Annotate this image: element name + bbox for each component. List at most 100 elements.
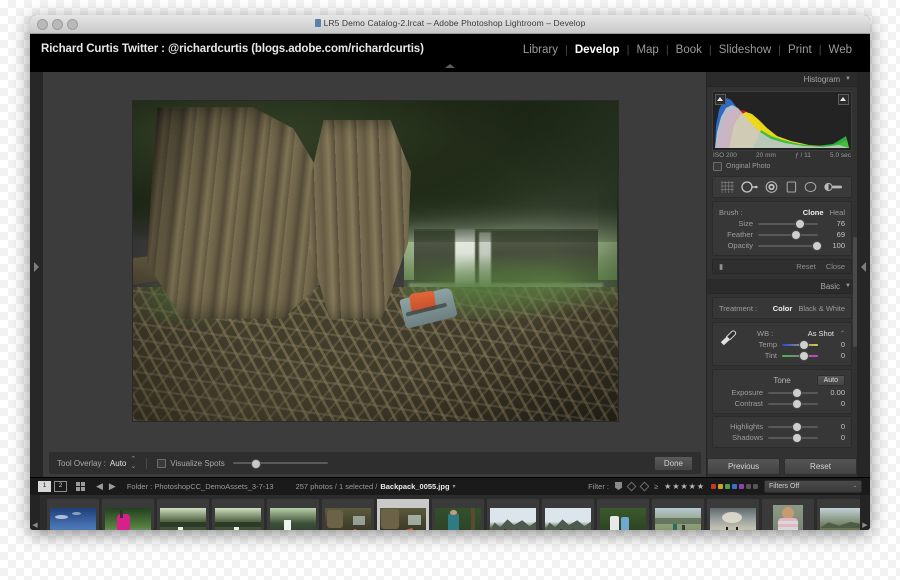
reset-button[interactable]: Reset	[784, 457, 857, 475]
list-item[interactable]	[322, 499, 374, 530]
filename-chevron-icon[interactable]: ▾	[453, 483, 456, 490]
original-photo-row[interactable]: Original Photo	[713, 162, 851, 171]
switch-tool-icon[interactable]: ▮	[719, 262, 723, 271]
tint-value[interactable]: 0	[823, 351, 845, 360]
color-label-filters[interactable]	[711, 483, 758, 489]
develop-photo-backpack-roots[interactable]	[132, 101, 618, 421]
exposure-knob[interactable]	[791, 388, 802, 398]
brush-size-slider[interactable]	[758, 219, 818, 229]
spot-reset-button[interactable]: Reset	[796, 262, 816, 271]
list-item[interactable]	[432, 499, 484, 530]
histogram-graph[interactable]	[712, 91, 852, 151]
list-item[interactable]	[47, 499, 99, 530]
module-slideshow[interactable]: Slideshow	[712, 44, 778, 56]
navigate-back-icon[interactable]: ◀	[96, 481, 103, 492]
white-balance-eyedropper-icon[interactable]	[719, 329, 737, 347]
visualize-spots-checkbox[interactable]	[157, 458, 167, 468]
color-label-red[interactable]	[711, 483, 716, 489]
flag-picked-icon[interactable]	[615, 482, 623, 490]
secondary-display-2-button[interactable]: 2	[54, 480, 67, 492]
selected-filename[interactable]: Backpack_0055.jpg	[380, 482, 449, 491]
color-label-blue[interactable]	[732, 483, 737, 489]
color-label-green[interactable]	[725, 483, 730, 489]
brush-mode-heal[interactable]: Heal	[830, 208, 845, 217]
tint-slider[interactable]	[782, 351, 818, 361]
jungle-group-thumb[interactable]	[600, 508, 646, 530]
module-web[interactable]: Web	[822, 44, 859, 56]
list-item-selected[interactable]	[377, 499, 429, 530]
module-map[interactable]: Map	[629, 44, 665, 56]
secondary-display-1-button[interactable]: 1	[38, 480, 51, 492]
wb-value[interactable]: As Shot	[808, 329, 834, 338]
tool-overlay-value[interactable]: Auto	[110, 459, 126, 468]
filmstrip-scroll-right[interactable]: ▶	[860, 495, 870, 530]
color-label-purple[interactable]	[739, 483, 744, 489]
red-eye-icon[interactable]	[765, 181, 778, 193]
shadows-slider[interactable]	[768, 433, 818, 443]
list-item[interactable]	[212, 499, 264, 530]
module-book[interactable]: Book	[669, 44, 709, 56]
visualize-spots-knob[interactable]	[250, 459, 261, 469]
shadow-clipping-indicator[interactable]	[715, 94, 726, 105]
right-panel-edge[interactable]	[857, 72, 870, 477]
hiker-trail-thumb[interactable]	[435, 508, 481, 530]
waterfall-3-thumb[interactable]	[270, 508, 316, 530]
waterfall-1-thumb[interactable]	[160, 508, 206, 530]
list-item[interactable]	[762, 499, 814, 530]
flag-unflagged-icon[interactable]	[626, 481, 637, 491]
adjustment-brush-icon[interactable]	[824, 181, 843, 193]
portrait-woman-thumb[interactable]	[773, 505, 803, 530]
zipline-pink-thumb[interactable]	[105, 508, 151, 530]
filter-preset-select[interactable]: Filters Off ⌄	[764, 479, 862, 493]
crop-overlay-icon[interactable]	[720, 181, 734, 193]
highlights-value[interactable]: 0	[823, 422, 845, 431]
clouds-silhouette-thumb[interactable]	[710, 508, 756, 530]
brush-size-value[interactable]: 76	[823, 219, 845, 228]
treatment-color[interactable]: Color	[773, 304, 793, 313]
backpack-roots-thumb[interactable]	[325, 508, 371, 530]
brush-opacity-value[interactable]: 100	[823, 241, 845, 250]
panel-expand-right-icon[interactable]	[34, 262, 39, 272]
spot-removal-icon[interactable]	[741, 181, 758, 193]
wb-chevron-icon[interactable]: ⌃	[840, 330, 845, 337]
tint-knob[interactable]	[798, 351, 809, 361]
brush-size-knob[interactable]	[795, 219, 806, 229]
chevron-down-icon[interactable]: ▼	[845, 283, 851, 289]
mountain-group-2-thumb[interactable]	[545, 508, 591, 530]
list-item[interactable]	[267, 499, 319, 530]
visualize-spots-slider[interactable]	[232, 459, 328, 469]
temp-value[interactable]: 0	[823, 340, 845, 349]
contrast-slider[interactable]	[768, 399, 818, 409]
module-print[interactable]: Print	[781, 44, 819, 56]
list-item[interactable]	[157, 499, 209, 530]
highlights-slider[interactable]	[768, 422, 818, 432]
exposure-value[interactable]: 0.00	[823, 388, 845, 397]
panel-expand-left-icon[interactable]	[861, 262, 866, 272]
list-item[interactable]	[487, 499, 539, 530]
list-item[interactable]	[542, 499, 594, 530]
brush-mode-clone[interactable]: Clone	[803, 208, 824, 217]
list-item[interactable]	[652, 499, 704, 530]
exposure-slider[interactable]	[768, 388, 818, 398]
basic-panel-header[interactable]: Basic ▼	[707, 279, 857, 294]
rating-stars[interactable]: ★★★★★	[664, 482, 705, 491]
navigate-forward-icon[interactable]: ▶	[109, 481, 116, 492]
waterfall-2-thumb[interactable]	[215, 508, 261, 530]
module-develop[interactable]: Develop	[568, 44, 627, 56]
folder-breadcrumb[interactable]: Folder : PhotoshopCC_DemoAssets_3-7-13	[127, 482, 274, 491]
brush-opacity-slider[interactable]	[758, 241, 822, 251]
treatment-black-and-white[interactable]: Black & White	[798, 304, 845, 313]
rating-operator[interactable]: ≥	[654, 482, 658, 491]
color-label-yellow[interactable]	[718, 483, 723, 489]
list-item[interactable]	[597, 499, 649, 530]
chevron-down-icon[interactable]: ▼	[845, 76, 851, 82]
color-label-custom[interactable]	[753, 483, 758, 489]
sky-paraglider-thumb[interactable]	[50, 508, 96, 530]
mountain-group-1-thumb[interactable]	[490, 508, 536, 530]
temp-knob[interactable]	[798, 340, 809, 350]
brush-feather-value[interactable]: 69	[823, 230, 845, 239]
brush-feather-knob[interactable]	[791, 230, 801, 240]
grid-view-icon[interactable]	[76, 481, 85, 491]
brush-feather-slider[interactable]	[758, 230, 818, 240]
color-label-none[interactable]	[746, 483, 751, 489]
